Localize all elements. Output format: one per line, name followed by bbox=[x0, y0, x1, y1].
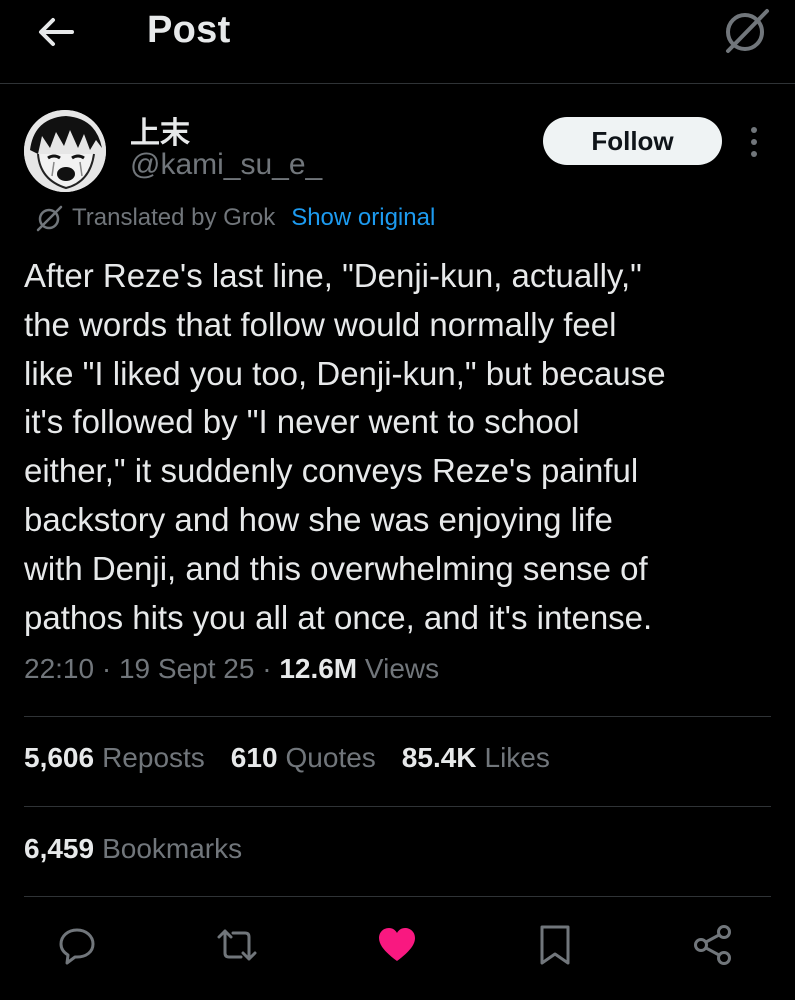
post-time[interactable]: 22:10 bbox=[24, 653, 102, 684]
post-text-line: pathos hits you all at once, and it's in… bbox=[24, 598, 653, 636]
grok-button[interactable] bbox=[720, 5, 772, 57]
more-options-button[interactable] bbox=[740, 124, 768, 160]
reposts-stat[interactable]: 5,606 Reposts bbox=[24, 742, 205, 774]
translated-by-label: Translated by Grok bbox=[72, 204, 276, 231]
meta-separator: · bbox=[101, 653, 119, 684]
more-vertical-icon bbox=[751, 127, 757, 157]
show-original-link[interactable]: Show original bbox=[291, 204, 435, 232]
post-date[interactable]: 19 Sept 25 bbox=[119, 653, 262, 684]
divider bbox=[24, 896, 771, 897]
views-label: Views bbox=[364, 653, 440, 684]
share-button[interactable] bbox=[690, 922, 736, 968]
reposts-label: Reposts bbox=[102, 742, 205, 773]
like-button[interactable] bbox=[374, 922, 420, 968]
follow-button[interactable]: Follow bbox=[543, 117, 722, 165]
likes-stat[interactable]: 85.4K Likes bbox=[402, 742, 550, 774]
post-text-line: either," it suddenly conveys Reze's pain… bbox=[24, 452, 639, 490]
grok-icon bbox=[36, 205, 63, 232]
post-text: After Reze's last line, "Denji-kun, actu… bbox=[24, 252, 774, 642]
reply-icon bbox=[59, 928, 95, 965]
divider bbox=[24, 716, 771, 717]
bookmarks-stat[interactable]: 6,459 Bookmarks bbox=[24, 833, 242, 865]
bookmarks-count: 6,459 bbox=[24, 833, 95, 864]
reply-button[interactable] bbox=[54, 922, 100, 968]
quotes-label: Quotes bbox=[285, 742, 376, 773]
post-meta: 22:10 · 19 Sept 25 · 12.6M Views bbox=[24, 653, 439, 685]
back-button[interactable] bbox=[34, 10, 78, 54]
reposts-count: 5,606 bbox=[24, 742, 95, 773]
divider bbox=[24, 806, 771, 807]
meta-separator: · bbox=[262, 653, 280, 684]
post-text-line: with Denji, and this overwhelming sense … bbox=[24, 549, 648, 587]
arrow-left-icon bbox=[39, 18, 74, 46]
quotes-stat[interactable]: 610 Quotes bbox=[231, 742, 376, 774]
post-text-line: backstory and how she was enjoying life bbox=[24, 500, 613, 538]
post-text-line: After Reze's last line, "Denji-kun, actu… bbox=[24, 257, 642, 294]
likes-label: Likes bbox=[484, 742, 550, 773]
share-icon bbox=[694, 925, 731, 965]
top-bar: Post bbox=[0, 0, 795, 84]
author-handle[interactable]: @kami_su_e_ bbox=[130, 148, 322, 182]
avatar-image bbox=[24, 110, 106, 192]
grok-icon bbox=[726, 9, 769, 53]
post-text-line: like "I liked you too, Denji-kun," but b… bbox=[24, 354, 666, 392]
page-title: Post bbox=[147, 9, 231, 51]
post-text-line: the words that follow would normally fee… bbox=[24, 305, 617, 343]
avatar[interactable] bbox=[24, 110, 106, 192]
author-display-name[interactable]: 上末 bbox=[130, 108, 190, 152]
repost-button[interactable] bbox=[214, 922, 260, 968]
like-icon bbox=[379, 928, 415, 961]
repost-icon bbox=[217, 929, 257, 961]
views-count: 12.6M bbox=[279, 653, 365, 684]
bookmark-icon bbox=[540, 925, 570, 965]
quotes-count: 610 bbox=[230, 742, 278, 773]
post-text-line: it's followed by "I never went to school bbox=[24, 403, 580, 441]
bookmarks-label: Bookmarks bbox=[102, 833, 243, 864]
bookmark-button[interactable] bbox=[532, 922, 578, 968]
engagement-stats: 5,606 Reposts 610 Quotes 85.4K Likes bbox=[24, 742, 576, 774]
likes-count: 85.4K bbox=[401, 742, 477, 773]
translation-row: Translated by Grok Show original bbox=[34, 200, 435, 236]
